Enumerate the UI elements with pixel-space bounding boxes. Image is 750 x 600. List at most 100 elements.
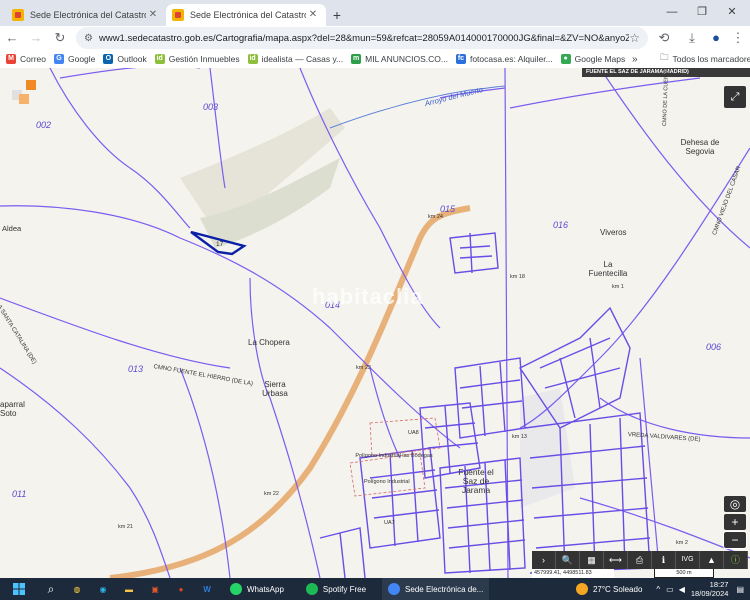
back-icon[interactable]: ← xyxy=(0,27,24,49)
bookmark-fotocasa[interactable]: fc fotocasa.es: Alquiler... xyxy=(455,54,553,64)
terrain-icon[interactable]: ▲ xyxy=(700,551,724,569)
all-bookmarks[interactable]: 🗀 Todos los marcadores xyxy=(660,52,750,66)
weather-text[interactable]: 27°C Soleado xyxy=(593,585,642,594)
parcel-boundaries xyxy=(0,68,750,578)
zoom-out-button[interactable]: − xyxy=(723,531,747,549)
edge-icon[interactable]: ◉ xyxy=(92,578,114,600)
bookmark-correo[interactable]: M Correo xyxy=(6,54,46,64)
powerpoint-icon[interactable]: ● xyxy=(170,578,192,600)
network-icon[interactable]: ▭ xyxy=(666,585,674,594)
volume-icon[interactable]: ◀ xyxy=(679,585,685,594)
search-icon[interactable]: ⌕ xyxy=(40,578,62,600)
catastro-favicon-icon xyxy=(12,9,24,21)
new-tab-button[interactable]: + xyxy=(326,4,348,26)
bookmark-idealista[interactable]: id idealista — Casas y... xyxy=(247,54,344,64)
km-marker: km 18 xyxy=(510,274,525,280)
measure-icon[interactable]: ⟷ xyxy=(604,551,628,569)
chevron-up-icon[interactable]: ^ xyxy=(656,585,660,594)
taskbar-app-chrome[interactable]: Sede Electrónica de... xyxy=(382,578,490,600)
bookmark-label: Google xyxy=(67,54,96,64)
reload-icon[interactable]: ↻ xyxy=(48,27,72,49)
selected-parcel-number[interactable]: 17 xyxy=(216,241,223,248)
print-icon[interactable]: ⎙ xyxy=(628,551,652,569)
gmail-icon: M xyxy=(6,54,16,64)
fotocasa-icon: fc xyxy=(455,54,466,64)
bookmark-google-maps[interactable]: ● Google Maps xyxy=(560,54,625,64)
windows-start-icon[interactable] xyxy=(8,578,30,600)
menu-icon[interactable]: ⋮ xyxy=(726,27,750,49)
bookmark-label: Outlook xyxy=(117,54,147,64)
file-explorer-icon[interactable]: ▬ xyxy=(118,578,140,600)
profile-icon[interactable]: ● xyxy=(704,27,728,49)
watermark: habitaclia xyxy=(312,284,424,309)
town-label: Fuente el Saz de Jarama xyxy=(458,467,494,495)
clock-time: 18:27 xyxy=(709,580,729,589)
clock[interactable]: 18:27 18/09/2024 xyxy=(691,580,729,598)
catastro-logo-icon xyxy=(19,94,29,104)
spotify-icon xyxy=(305,583,318,595)
locate-button[interactable]: ◎ xyxy=(724,496,746,512)
forward-icon[interactable]: → xyxy=(24,27,48,49)
close-window-icon[interactable]: ✕ xyxy=(718,2,746,22)
search-icon[interactable]: 🔍 xyxy=(556,551,580,569)
chrome-icon xyxy=(388,583,401,595)
history-icon[interactable]: ⟲ xyxy=(652,27,676,49)
info-icon[interactable]: ℹ xyxy=(652,551,676,569)
close-icon[interactable]: ✕ xyxy=(306,8,320,22)
parcel-number: 006 xyxy=(706,342,722,352)
close-icon[interactable]: ✕ xyxy=(146,8,160,22)
site-info-icon[interactable]: ⚙ xyxy=(84,33,93,44)
taskbar-app-spotify[interactable]: Spotify Free xyxy=(300,578,372,600)
place-label: aparral Soto xyxy=(0,400,25,418)
bookmark-label: Gestión Inmuebles xyxy=(168,54,240,64)
bookmark-outlook[interactable]: O Outlook xyxy=(103,54,147,64)
tab-title: Sede Electrónica del Catastro · xyxy=(190,10,306,20)
more-bookmarks-icon[interactable]: » xyxy=(632,54,638,65)
help-icon[interactable]: ⓘ xyxy=(724,551,748,569)
expand-tools-icon[interactable]: › xyxy=(532,551,556,569)
restore-icon[interactable]: ❐ xyxy=(688,2,716,22)
task-view-icon[interactable]: ◍ xyxy=(66,578,88,600)
notification-icon[interactable]: ▤ xyxy=(736,585,744,594)
parcel-number: 002 xyxy=(36,120,52,130)
browser-toolbar: ← → ↻ ⚙ www1.sedecatastro.gob.es/Cartogr… xyxy=(0,26,750,50)
app-label: WhatsApp xyxy=(247,584,284,594)
place-label: Aldea xyxy=(2,224,22,233)
url-text[interactable]: www1.sedecatastro.gob.es/Cartografia/map… xyxy=(99,33,629,44)
office-icon[interactable]: ▣ xyxy=(144,578,166,600)
place-label: Viveros xyxy=(600,228,627,237)
download-icon[interactable]: ⤓ xyxy=(680,27,704,49)
bookmark-milanuncios[interactable]: m MIL ANUNCIOS.CO... xyxy=(351,54,448,64)
zoom-in-button[interactable]: + xyxy=(724,514,746,530)
parcel-number: 003 xyxy=(203,102,219,112)
word-icon[interactable]: W xyxy=(196,578,218,600)
coordinates-readout: 457999.41, 4498511.83 xyxy=(532,569,614,578)
idealista-icon: id xyxy=(247,54,258,64)
ivg-button[interactable]: IVG xyxy=(676,551,700,569)
bookmark-star-icon[interactable]: ☆ xyxy=(629,31,640,45)
terrain-shading xyxy=(520,388,575,508)
layers-icon[interactable]: ▦ xyxy=(580,551,604,569)
km-marker: km 2 xyxy=(676,540,688,546)
idealista-icon: id xyxy=(154,54,165,64)
industrial-area-label: Polígono Industrial xyxy=(364,479,410,485)
tab-catastro-2[interactable]: Sede Electrónica del Catastro · ✕ xyxy=(166,4,326,26)
clock-date: 18/09/2024 xyxy=(690,589,729,598)
catastro-favicon-icon xyxy=(172,9,184,21)
taskbar-app-whatsapp[interactable]: WhatsApp xyxy=(224,578,290,600)
bookmark-google[interactable]: G Google xyxy=(53,54,96,64)
bookmarks-bar: M Correo G Google O Outlook id Gestión Inmue… xyxy=(0,50,750,68)
parcel-number: 016 xyxy=(553,220,569,230)
cadastral-map[interactable]: FUENTE EL SAZ DE JARAMA(MADRID) ⤢ 002 00… xyxy=(0,68,750,578)
fullscreen-button[interactable]: ⤢ xyxy=(724,86,746,108)
bookmark-label: Todos los marcadores xyxy=(672,54,750,64)
weather-sun-icon xyxy=(575,583,588,595)
minimize-icon[interactable]: — xyxy=(658,2,686,22)
km-marker: km 23 xyxy=(356,365,371,371)
app-label: Sede Electrónica de... xyxy=(405,584,484,594)
bookmark-label: idealista — Casas y... xyxy=(261,54,344,64)
parcel-number: 011 xyxy=(12,489,27,499)
tab-catastro-1[interactable]: Sede Electrónica del Catastro · ✕ xyxy=(6,4,166,26)
bookmark-gestion[interactable]: id Gestión Inmuebles xyxy=(154,54,240,64)
address-bar[interactable]: ⚙ www1.sedecatastro.gob.es/Cartografia/m… xyxy=(76,27,648,49)
